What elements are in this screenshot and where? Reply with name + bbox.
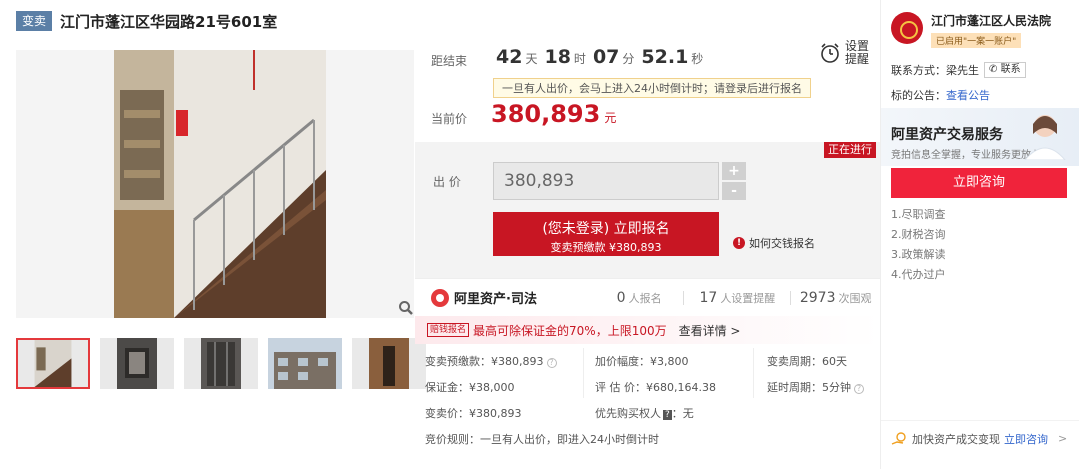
- promo-text: 最高可除保证金的70%，上限100万: [473, 323, 667, 338]
- title-row: 变卖 江门市蓬江区华园路21号601室: [16, 10, 277, 32]
- view-count: 2973 次围观: [799, 289, 872, 306]
- service-item[interactable]: 3.政策解读: [891, 246, 983, 266]
- brand: 阿里资产·司法: [431, 288, 595, 307]
- bottom-consult-link[interactable]: 立即咨询: [1004, 431, 1048, 447]
- thumbnail[interactable]: [268, 338, 342, 389]
- ali-asset-logo-icon: [431, 288, 449, 307]
- court-info: 江门市蓬江区人民法院 已启用"一案一账户": [891, 12, 1051, 48]
- sale-period: 变卖周期：60天: [767, 355, 847, 368]
- set-reminder-button[interactable]: 设置 提醒: [819, 40, 869, 66]
- bid-area: 正在进行 出 价 380,893 + - (您未登录) 立即报名 变卖预缴款 ¥…: [415, 142, 880, 278]
- countdown-hours: 18: [544, 46, 571, 68]
- zoom-icon[interactable]: [398, 300, 414, 316]
- main-property-photo[interactable]: [16, 50, 414, 318]
- service-item[interactable]: 4.代办过户: [891, 266, 983, 286]
- auction-panel: 距结束 42 天 18 时 07 分 52.1 秒 设置 提醒 一旦有人出价，会…: [415, 30, 880, 469]
- valuation-price: 评 估 价：¥680,164.38: [595, 381, 716, 394]
- court-sidebar: 江门市蓬江区人民法院 已启用"一案一账户" 联系方式：梁先生 ✆ 联系 标的公告…: [880, 0, 1079, 469]
- service-box: 阿里资产交易服务 竞拍信息全掌握，专业服务更放心: [881, 108, 1079, 166]
- deposit-amount: 保证金：¥38,000: [425, 381, 515, 394]
- how-to-pay-link[interactable]: ! 如何交钱报名: [733, 235, 815, 251]
- promo-details-link[interactable]: 查看详情 >: [679, 322, 741, 339]
- divider: [753, 348, 754, 398]
- bid-amount-input[interactable]: 380,893: [493, 162, 719, 200]
- page-title: 江门市蓬江区华园路21号601室: [60, 12, 278, 31]
- thumbnail[interactable]: [16, 338, 90, 389]
- bid-stepper: + -: [722, 162, 746, 200]
- hand-coin-icon: [891, 431, 906, 445]
- signup-count: 0 人报名: [616, 289, 662, 306]
- customer-service-avatar-icon: [1024, 115, 1066, 160]
- court-name: 江门市蓬江区人民法院: [931, 14, 1052, 28]
- contact-info: 联系方式：梁先生 ✆ 联系: [891, 62, 1026, 78]
- bidding-rule: 竞价规则：一旦有人出价，即进入24小时倒计时: [425, 433, 659, 446]
- bottom-consult-bar: 加快资产成交变现 立即咨询 >: [881, 420, 1079, 456]
- court-emblem-icon: [891, 12, 923, 44]
- countdown-timer: 42 天 18 时 07 分 52.1 秒: [496, 46, 704, 68]
- phone-icon: ✆: [989, 64, 998, 75]
- countdown-minutes: 07: [592, 46, 620, 68]
- current-price-label: 当前价: [431, 112, 468, 126]
- auction-info: 变卖预缴款：¥380,893? 加价幅度：¥3,800 变卖周期：60天 保证金…: [415, 348, 880, 452]
- chevron-right-icon[interactable]: >: [1058, 432, 1067, 445]
- help-icon[interactable]: ?: [854, 384, 864, 394]
- help-icon[interactable]: ?: [546, 358, 557, 368]
- current-price-value: 380,893: [491, 100, 601, 128]
- consult-button[interactable]: 立即咨询: [891, 168, 1067, 198]
- countdown-label: 距结束: [431, 54, 468, 68]
- view-announcement-link[interactable]: 查看公告: [946, 89, 990, 102]
- divider: [583, 348, 584, 398]
- current-price: 380,893 元: [491, 100, 617, 128]
- service-item[interactable]: 2.财税咨询: [891, 226, 983, 246]
- prepay-amount: 变卖预缴款：¥380,893: [425, 355, 544, 368]
- countdown-seconds: 52.1: [641, 46, 689, 68]
- service-item[interactable]: 1.尽职调查: [891, 206, 983, 226]
- delay-period: 延时周期：5分钟: [767, 381, 851, 394]
- priority-help-icon[interactable]: ?: [663, 410, 672, 420]
- signup-button[interactable]: (您未登录) 立即报名 变卖预缴款 ¥380,893: [493, 212, 719, 256]
- thumbnail-strip: [16, 338, 436, 389]
- countdown-area: 距结束 42 天 18 时 07 分 52.1 秒 设置 提醒 一旦有人出价，会…: [415, 30, 880, 142]
- status-badge: 正在进行: [824, 142, 876, 158]
- service-title: 阿里资产交易服务: [891, 127, 1003, 143]
- alarm-clock-icon: [821, 43, 839, 63]
- stats-row: 阿里资产·司法 0 人报名 17 人设置提醒 2973 次围观: [415, 278, 880, 316]
- sale-price: 变卖价：¥380,893: [425, 407, 522, 420]
- announcement: 标的公告：查看公告: [891, 89, 990, 102]
- decrease-bid-button[interactable]: -: [722, 182, 746, 200]
- thumbnail[interactable]: [184, 338, 258, 389]
- priority-buyer: 优先购买权人? ：无: [595, 407, 694, 420]
- thumbnail[interactable]: [100, 338, 174, 389]
- countdown-notice: 一旦有人出价，会马上进入24小时倒计时；请登录后进行报名: [493, 78, 811, 98]
- promo-banner: 赔钱报名 最高可除保证金的70%，上限100万 查看详情 >: [415, 316, 880, 344]
- increase-bid-button[interactable]: +: [722, 162, 746, 180]
- account-badge: 已启用"一案一账户": [931, 33, 1022, 48]
- info-icon: !: [733, 237, 745, 249]
- sale-type-tag: 变卖: [16, 11, 53, 31]
- contact-button[interactable]: ✆ 联系: [984, 62, 1026, 78]
- bid-increment: 加价幅度：¥3,800: [595, 355, 689, 368]
- reminder-count: 17 人设置提醒: [699, 289, 776, 306]
- staircase-photo: [114, 50, 326, 318]
- promo-tag: 赔钱报名: [427, 323, 470, 337]
- service-list: 1.尽职调查 2.财税咨询 3.政策解读 4.代办过户: [891, 206, 1071, 286]
- bid-label: 出 价: [433, 175, 461, 189]
- countdown-days: 42: [496, 46, 523, 68]
